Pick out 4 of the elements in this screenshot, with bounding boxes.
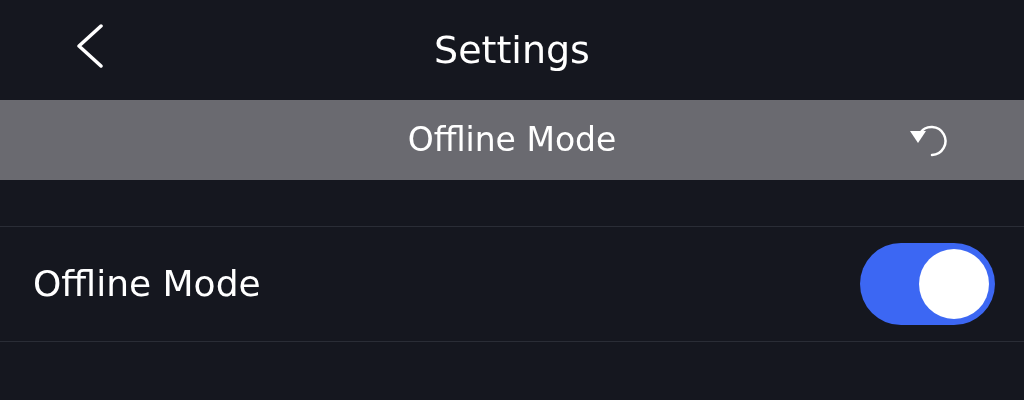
back-icon[interactable] [74, 24, 104, 68]
setting-label: Offline Mode [33, 262, 261, 306]
section-title: Offline Mode [407, 119, 617, 162]
nav-title: Settings [434, 26, 590, 74]
